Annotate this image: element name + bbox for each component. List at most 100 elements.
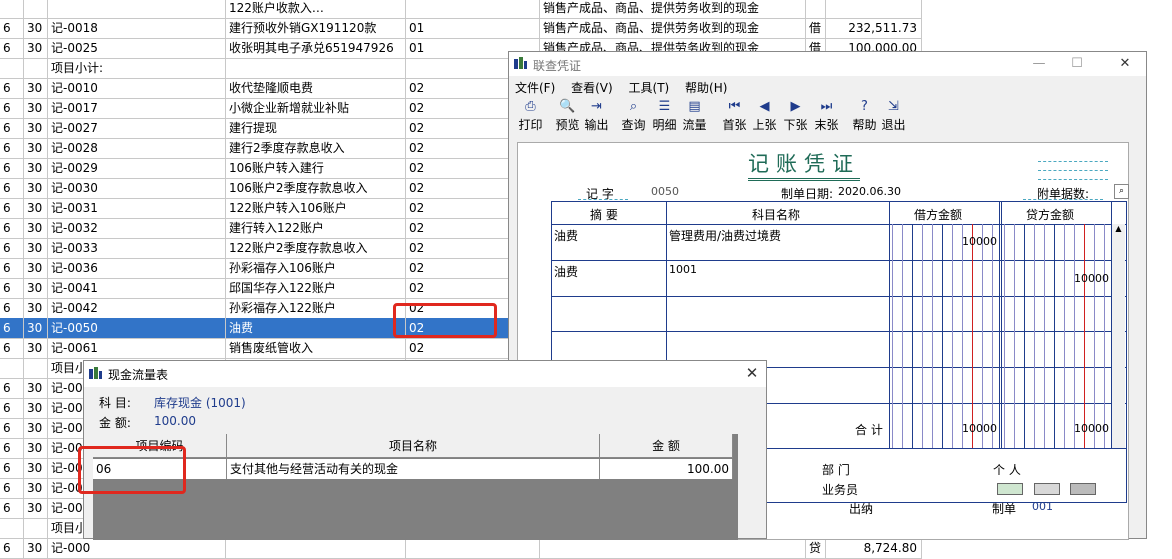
subject-label: 科 目: (99, 396, 131, 410)
cell-c1: 6 (0, 378, 24, 398)
line1-summary[interactable]: 油费 (554, 227, 578, 244)
cell-c1: 6 (0, 278, 24, 298)
next-icon: ▶ (790, 99, 801, 114)
cell-c1: 6 (0, 318, 24, 338)
toolbar-button[interactable]: ▶ 下张 (780, 98, 811, 136)
cell-c8: 8,724.80 (826, 538, 922, 558)
cell-c5 (406, 0, 540, 18)
cell-c7: 贷 (806, 538, 826, 558)
cell-c2: 30 (24, 38, 48, 58)
cashflow-titlebar[interactable]: 现金流量表 ✕ (84, 361, 766, 387)
printer-icon: ⎙ (525, 99, 536, 114)
total-credit: 10000 (1074, 422, 1109, 435)
cell-c4: 收代垫隆顺电费 (226, 78, 406, 98)
cell-c7: 借 (806, 18, 826, 38)
cell-c2 (24, 0, 48, 18)
cell-c1 (0, 358, 24, 378)
toolbar-button[interactable]: ⌕ 查询 (618, 98, 649, 136)
detail-icon: ☰ (658, 99, 671, 114)
highlight-box-project-code (393, 303, 497, 338)
cell-c4: 建行2季度存款息收入 (226, 138, 406, 158)
table-row[interactable]: 6 30 记-000 贷 8,724.80 (0, 538, 922, 559)
menu-help[interactable]: 帮助(H) (679, 76, 733, 96)
calculator-icon[interactable] (1034, 483, 1060, 495)
toolbar-button[interactable]: ⏮ 首张 (719, 98, 750, 136)
line2-summary[interactable]: 油费 (554, 263, 578, 280)
toolbar-button-label: 下张 (783, 118, 808, 132)
toolbar-button[interactable]: ▤ 流量 (679, 98, 710, 136)
cell-c2: 30 (24, 98, 48, 118)
tag-icon[interactable] (1070, 483, 1096, 495)
close-icon[interactable]: ✕ (740, 363, 764, 383)
cell-c5 (406, 538, 540, 558)
cell-c3: 记-0033 (48, 238, 226, 258)
toolbar-button[interactable]: ⏭ 末张 (811, 98, 842, 136)
cell-c1: 6 (0, 438, 24, 458)
cell-c2 (24, 518, 48, 538)
col-name-header: 项目名称 (227, 434, 600, 458)
print-button[interactable]: ⎙ 打印 (515, 98, 546, 136)
cell-c8: 232,511.73 (826, 18, 922, 38)
menu-file[interactable]: 文件(F) (509, 76, 561, 96)
cashflow-row-amount[interactable]: 100.00 (600, 459, 733, 479)
cell-c4: 孙彩福存入106账户 (226, 258, 406, 278)
cell-c2: 30 (24, 418, 48, 438)
line1-debit[interactable]: 10000 (962, 235, 997, 248)
toolbar-button[interactable]: 🔍 预览 (552, 98, 583, 136)
toolbar-button[interactable]: ◀ 上张 (749, 98, 780, 136)
cell-c2: 30 (24, 238, 48, 258)
app-icon (88, 366, 102, 380)
maximize-icon[interactable]: ☐ (1065, 54, 1089, 74)
voucher-titlebar[interactable]: 联查凭证 — ☐ ✕ (509, 52, 1146, 76)
cashflow-row-name[interactable]: 支付其他与经营活动有关的现金 (227, 459, 600, 479)
cell-c1 (0, 0, 24, 18)
cell-c1: 6 (0, 418, 24, 438)
cell-c4: 销售废纸管收入 (226, 338, 406, 358)
toolbar-button[interactable]: ? 帮助 (849, 98, 880, 136)
cell-c3: 记-0061 (48, 338, 226, 358)
line2-credit[interactable]: 10000 (1074, 272, 1109, 285)
cell-c1 (0, 58, 24, 78)
cell-c4: 油费 (226, 318, 406, 338)
cell-c2: 30 (24, 438, 48, 458)
cell-c4: 122账户收款入… (226, 0, 406, 18)
toolbar-button[interactable]: ☰ 明细 (649, 98, 680, 136)
prev-icon: ◀ (759, 99, 770, 114)
card-icon[interactable] (997, 483, 1023, 495)
cell-c3: 记-0028 (48, 138, 226, 158)
voucher-scrollbar[interactable]: ▲ (1112, 224, 1125, 448)
menu-tools[interactable]: 工具(T) (623, 76, 676, 96)
line2-account[interactable]: 1001 (669, 263, 697, 276)
toolbar-button[interactable]: ⇲ 退出 (878, 98, 909, 136)
magnifier-icon[interactable]: ⌕ (1114, 184, 1129, 199)
cell-c3: 记-0010 (48, 78, 226, 98)
toolbar-button[interactable]: ⇥ 输出 (581, 98, 612, 136)
cell-c1: 6 (0, 178, 24, 198)
cell-c2: 30 (24, 198, 48, 218)
menu-view[interactable]: 查看(V) (565, 76, 619, 96)
cell-c2: 30 (24, 158, 48, 178)
minimize-icon[interactable]: — (1027, 54, 1051, 74)
cell-c1: 6 (0, 258, 24, 278)
cell-c3: 记-0050 (48, 318, 226, 338)
cell-c4: 孙彩福存入122账户 (226, 298, 406, 318)
line1-account[interactable]: 管理费用/油费过境费 (669, 227, 781, 244)
cell-c2: 30 (24, 78, 48, 98)
maker-value: 001 (1032, 500, 1053, 513)
app-icon (513, 56, 527, 70)
table-row[interactable]: 122账户收款入… 销售产成品、商品、提供劳务收到的现金 (0, 0, 922, 19)
cell-c4: 建行提现 (226, 118, 406, 138)
cell-c1: 6 (0, 78, 24, 98)
help-icon: ? (861, 99, 868, 114)
close-icon[interactable]: ✕ (1113, 54, 1137, 74)
cell-c3: 记-0042 (48, 298, 226, 318)
cell-c1: 6 (0, 458, 24, 478)
last-icon: ⏭ (820, 99, 833, 114)
cell-c1: 6 (0, 38, 24, 58)
toolbar-button-label: 输出 (584, 118, 609, 132)
table-row[interactable]: 6 30 记-0018 建行预收外销GX191120款 01 销售产成品、商品、提供劳务收… (0, 18, 922, 39)
cashflow-window-title: 现金流量表 (108, 368, 169, 382)
cell-c4 (226, 58, 406, 78)
cell-c4: 建行转入122账户 (226, 218, 406, 238)
cell-c3: 记-0029 (48, 158, 226, 178)
